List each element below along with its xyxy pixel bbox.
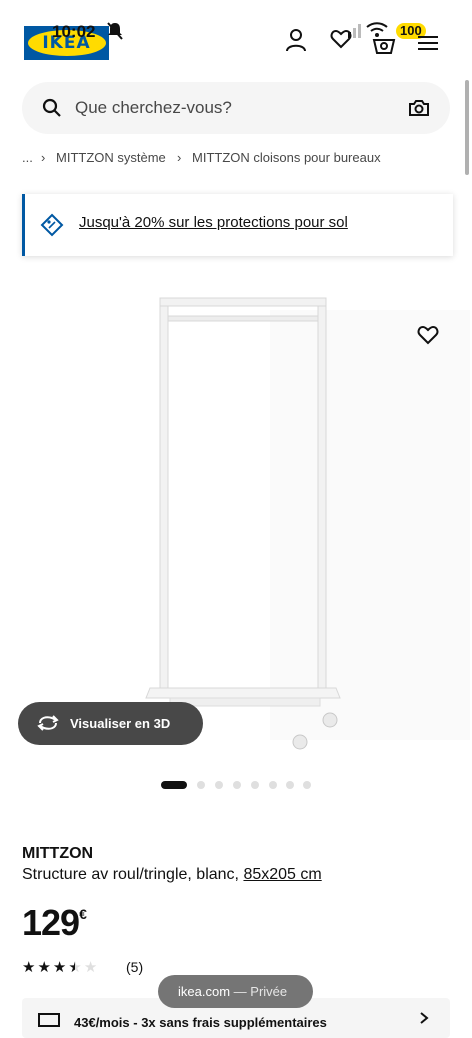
status-time: 10:02 — [52, 22, 96, 41]
chevron-right-icon: › — [177, 150, 182, 165]
carousel-dot[interactable] — [251, 781, 259, 789]
basket-icon[interactable] — [372, 34, 396, 54]
carousel-dot[interactable] — [269, 781, 277, 789]
breadcrumb-ellipsis[interactable]: ... — [22, 150, 33, 165]
rating-stars[interactable]: ★ ★ ★ ★ ★ — [22, 958, 97, 976]
search-icon[interactable] — [42, 98, 62, 118]
price-value: 129 — [22, 902, 80, 943]
toast-domain: ikea.com — [178, 984, 231, 999]
payment-icon — [38, 1013, 60, 1027]
page-scrollbar[interactable] — [465, 80, 469, 175]
favorite-heart-icon[interactable] — [417, 325, 439, 345]
breadcrumb-mittzon-systeme[interactable]: MITTZON système — [56, 150, 166, 165]
product-size-link[interactable]: 85x205 cm — [243, 866, 321, 883]
toast-text: ikea.com — Privée — [178, 984, 287, 999]
chevron-right-icon: › — [41, 150, 46, 165]
star-full-icon: ★ — [37, 959, 51, 976]
camera-search-icon[interactable] — [408, 99, 430, 117]
product-price: 129€ — [22, 902, 87, 944]
product-image[interactable] — [0, 280, 472, 770]
star-half-icon: ★ — [68, 959, 82, 976]
carousel-dot[interactable] — [215, 781, 223, 789]
product-description-text: Structure av roul/tringle, blanc, — [22, 866, 239, 883]
price-tag-icon — [40, 213, 64, 237]
carousel-dot-active[interactable] — [161, 781, 187, 789]
search-input[interactable]: Que cherchez-vous? — [75, 98, 232, 118]
account-icon[interactable] — [285, 28, 307, 52]
review-count[interactable]: (5) — [126, 959, 143, 975]
star-full-icon: ★ — [22, 959, 36, 976]
bell-muted-icon — [107, 22, 123, 40]
carousel-dot[interactable] — [286, 781, 294, 789]
chevron-right-icon — [420, 1012, 429, 1024]
promo-link[interactable]: Jusqu'à 20% sur les protections pour sol — [79, 214, 348, 231]
signal-icon — [348, 24, 361, 38]
menu-icon[interactable] — [418, 36, 438, 50]
star-full-icon: ★ — [52, 959, 67, 976]
price-currency: € — [79, 906, 87, 922]
star-empty-icon: ★ — [83, 959, 98, 976]
carousel-dot[interactable] — [233, 781, 241, 789]
carousel-dot[interactable] — [303, 781, 311, 789]
breadcrumb-mittzon-cloisons[interactable]: MITTZON cloisons pour bureaux — [192, 150, 381, 165]
financing-text: 43€/mois - 3x sans frais supplémentaires — [74, 1015, 327, 1030]
toast-mode: — Privée — [233, 984, 288, 999]
carousel-dot[interactable] — [197, 781, 205, 789]
product-brand: MITTZON — [22, 845, 94, 862]
visualize-3d-label: Visualiser en 3D — [70, 716, 171, 731]
rotate-3d-icon — [37, 715, 59, 731]
product-description: Structure av roul/tringle, blanc, 85x205… — [22, 866, 322, 884]
